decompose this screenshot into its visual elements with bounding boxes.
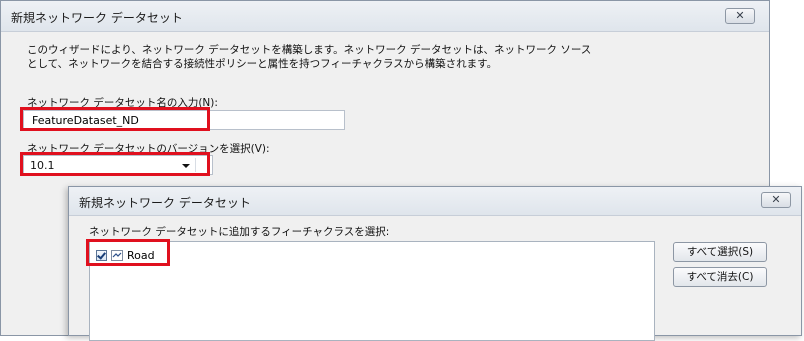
road-label: Road — [127, 248, 155, 262]
feature-class-list[interactable]: Road — [89, 241, 655, 341]
dataset-name-label: ネットワーク データセット名の入力(N): — [27, 97, 218, 109]
version-selected-value: 10.1 — [30, 159, 55, 172]
description-line-1: このウィザードにより、ネットワーク データセットを構築します。ネットワーク デー… — [27, 44, 592, 56]
version-label: ネットワーク データセットのバージョンを選択(V): — [27, 143, 270, 155]
sub-close-button[interactable]: ✕ — [761, 192, 791, 208]
line-feature-icon — [111, 249, 123, 261]
dialog-title: 新規ネットワーク データセット — [11, 11, 183, 25]
dropdown-separator — [195, 158, 196, 172]
list-item-road[interactable]: Road — [96, 247, 155, 263]
sub-dialog-title: 新規ネットワーク データセット — [79, 196, 251, 210]
road-checkbox[interactable] — [96, 249, 107, 261]
clear-all-button[interactable]: すべて消去(C) — [673, 267, 767, 287]
dataset-name-input[interactable] — [23, 110, 345, 130]
title-bar: 新規ネットワーク データセット ✕ — [1, 1, 769, 32]
feature-class-selection-dialog: 新規ネットワーク データセット ✕ ネットワーク データセットに追加するフィーチ… — [68, 186, 802, 341]
sub-title-bar: 新規ネットワーク データセット ✕ — [69, 187, 801, 216]
description-line-2: として、ネットワークを結合する接続性ポリシーと属性を持つフィーチャクラスから構築… — [27, 58, 498, 70]
version-select[interactable]: 10.1 — [23, 155, 213, 175]
close-button[interactable]: ✕ — [725, 8, 755, 24]
check-icon — [97, 249, 106, 260]
wizard-description: このウィザードにより、ネットワーク データセットを構築します。ネットワーク デー… — [27, 43, 727, 71]
chevron-down-icon — [182, 164, 190, 168]
select-all-button[interactable]: すべて選択(S) — [673, 242, 767, 262]
feature-class-select-label: ネットワーク データセットに追加するフィーチャクラスを選択: — [89, 226, 390, 238]
